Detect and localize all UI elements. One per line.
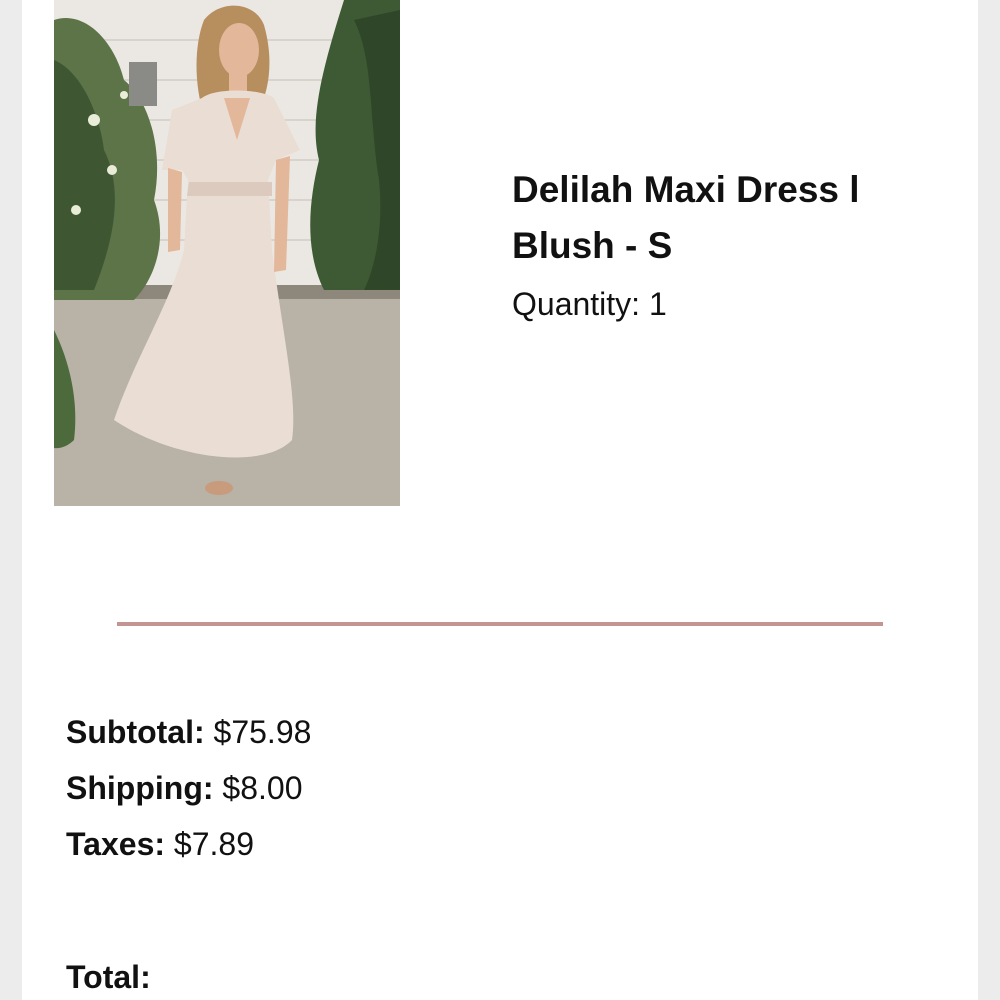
- order-summary-card: Delilah Maxi Dress l Blush - S Quantity:…: [22, 0, 978, 1000]
- total-label: Total:: [66, 959, 151, 995]
- taxes-row: Taxes: $7.89: [66, 816, 311, 872]
- shipping-row: Shipping: $8.00: [66, 760, 311, 816]
- quantity-label: Quantity:: [512, 286, 641, 322]
- subtotal-label: Subtotal:: [66, 714, 205, 750]
- shipping-value: $8.00: [222, 770, 303, 806]
- product-name: Delilah Maxi Dress l Blush - S: [512, 169, 860, 266]
- taxes-value: $7.89: [173, 826, 254, 862]
- subtotal-value: $75.98: [213, 714, 312, 750]
- total-row: Total:: [66, 955, 151, 999]
- quantity-value: 1: [648, 286, 667, 322]
- product-quantity: Quantity: 1: [512, 284, 667, 324]
- price-summary: Subtotal: $75.98 Shipping: $8.00 Taxes: …: [66, 704, 311, 872]
- subtotal-row: Subtotal: $75.98: [66, 704, 311, 760]
- taxes-label: Taxes:: [66, 826, 166, 862]
- product-image[interactable]: [54, 0, 400, 506]
- section-divider: [117, 622, 883, 626]
- shipping-label: Shipping:: [66, 770, 214, 806]
